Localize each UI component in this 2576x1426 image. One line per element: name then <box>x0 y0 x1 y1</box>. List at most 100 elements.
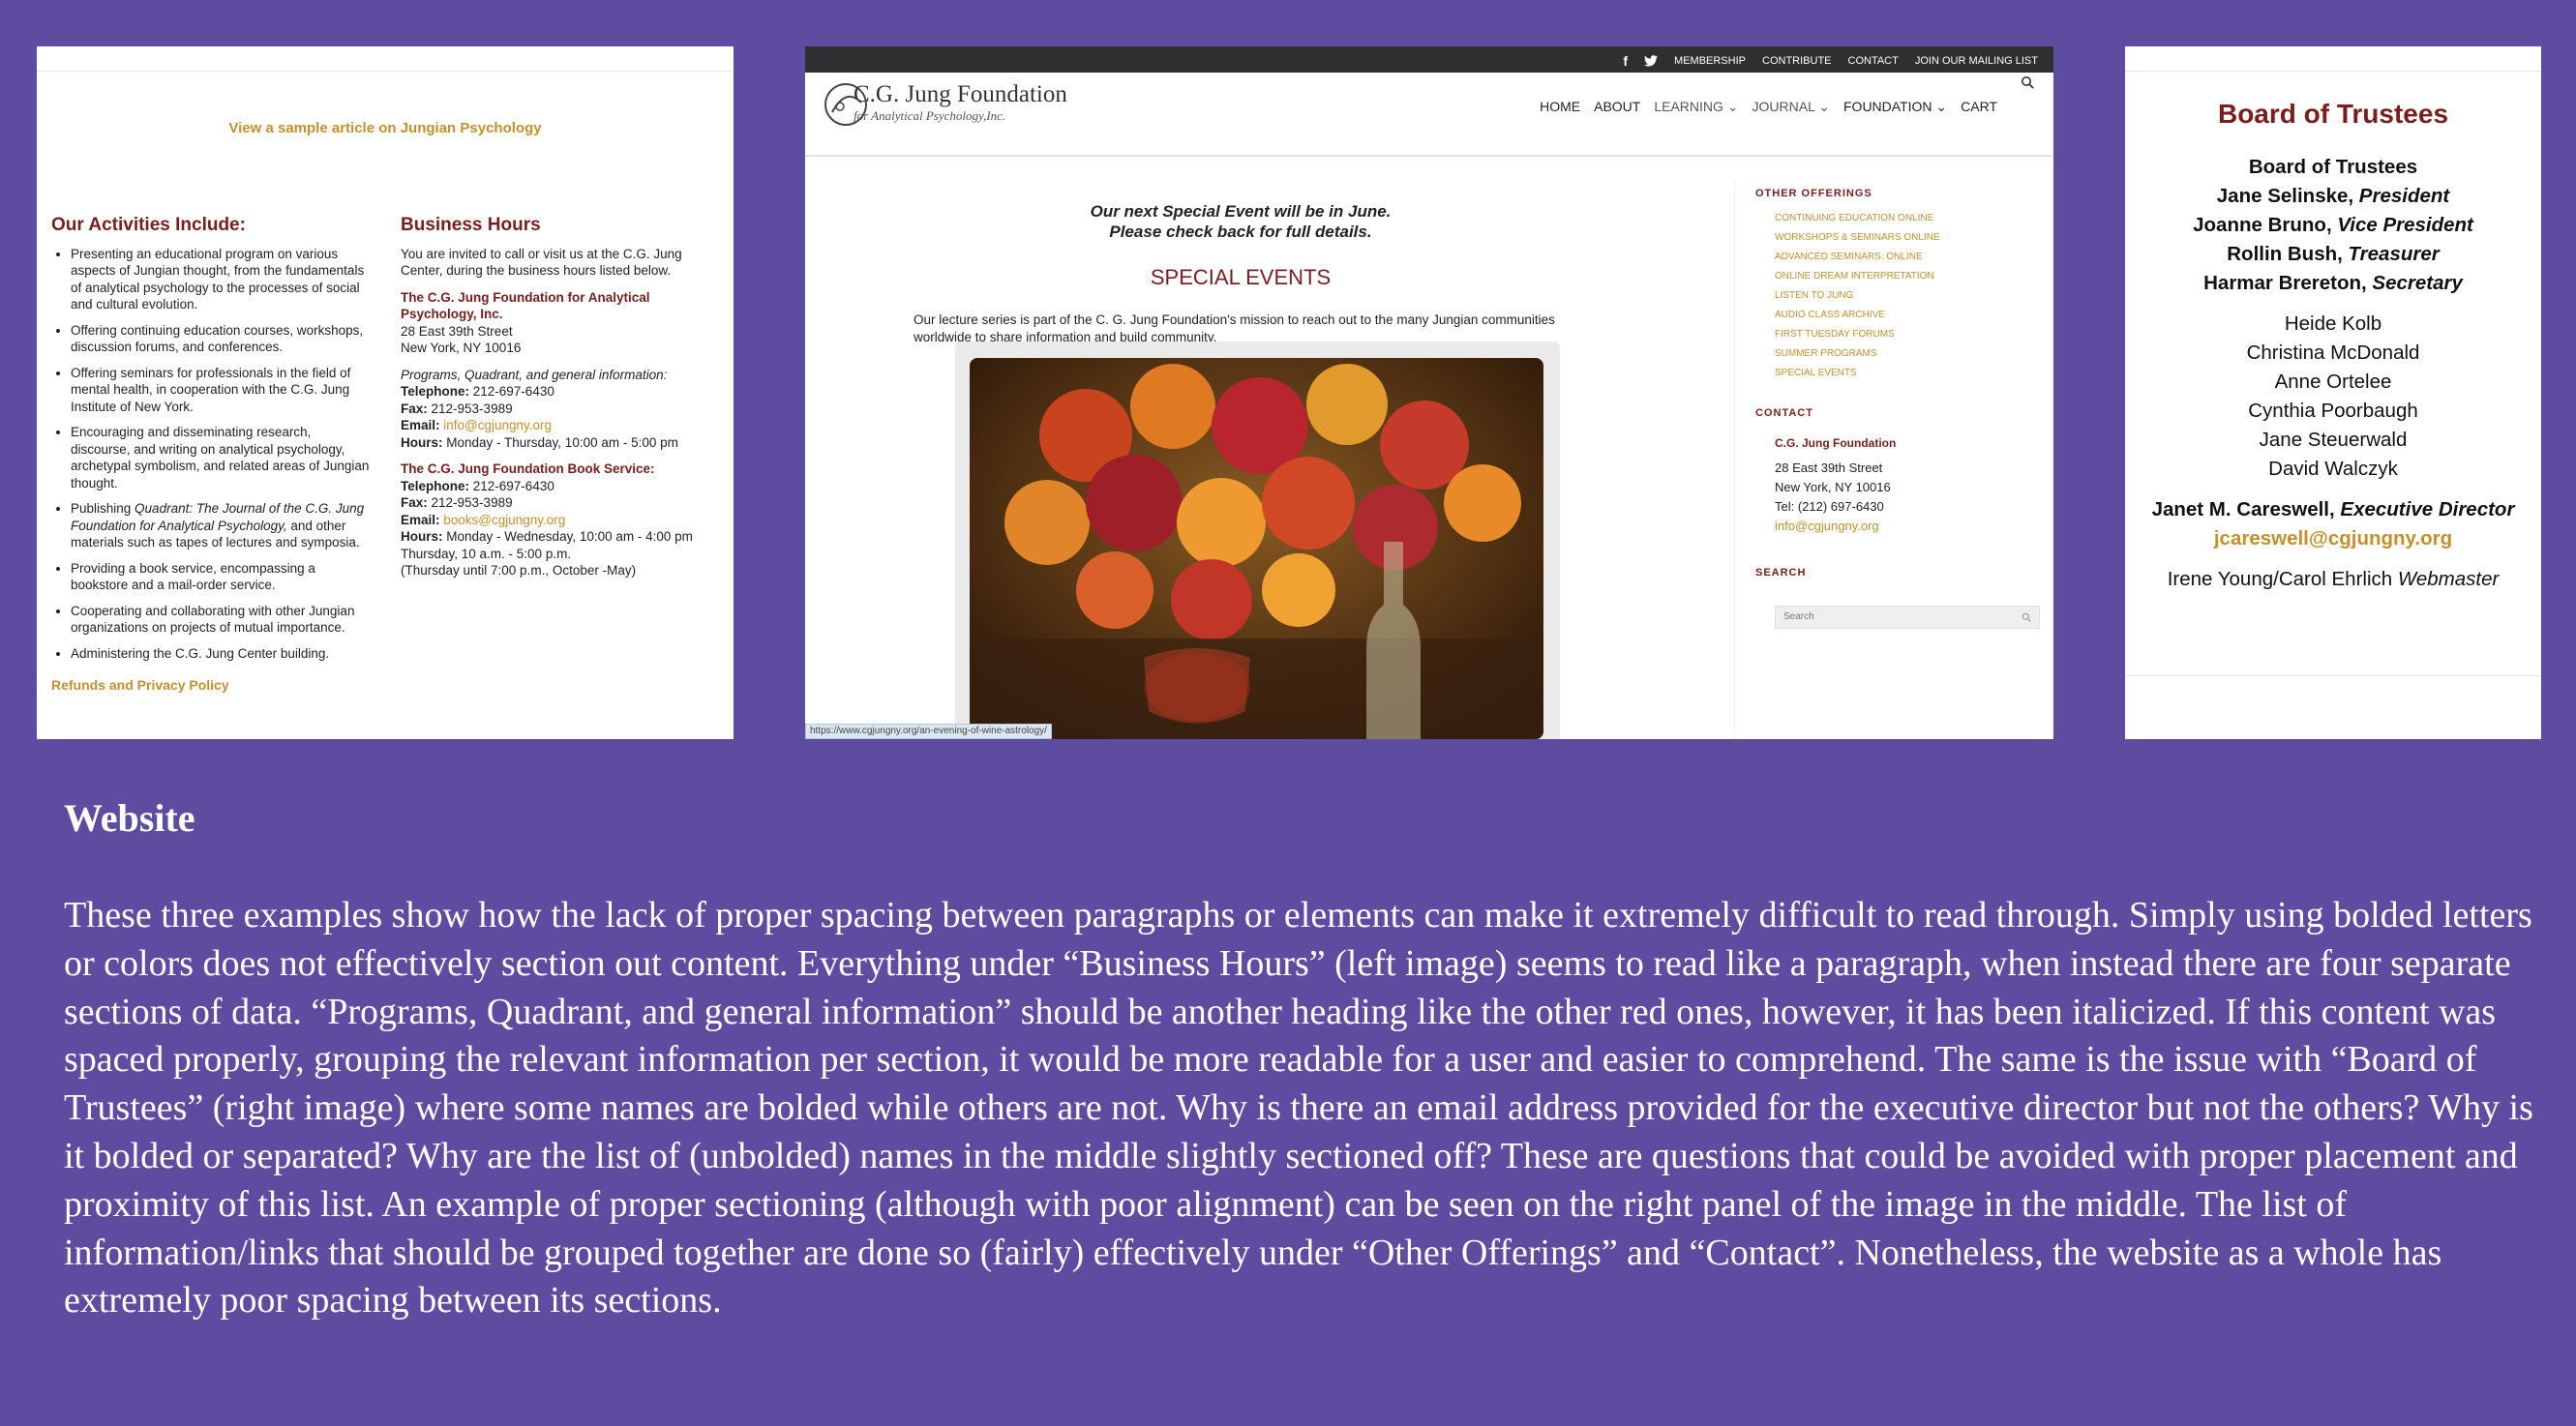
offering-link[interactable]: FIRST TUESDAY FORUMS <box>1775 325 1940 344</box>
right-screenshot-panel: Board of Trustees Board of Trustees Jane… <box>2125 46 2541 739</box>
nav-journal[interactable]: JOURNAL ⌄ <box>1752 99 1830 115</box>
email-link[interactable]: info@cgjungny.org <box>443 418 552 432</box>
programs-label: Programs, Quadrant, and general informat… <box>401 367 668 382</box>
list-item: Offering seminars for professionals in t… <box>71 365 371 416</box>
activities-heading: Our Activities Include: <box>51 215 246 235</box>
divider <box>2125 71 2541 72</box>
publishing-pre: Publishing <box>71 501 135 516</box>
nav-about[interactable]: ABOUT <box>1594 99 1640 115</box>
list-item: Providing a book service, encompassing a… <box>71 560 371 594</box>
divider <box>2125 675 2541 676</box>
business-hours-heading: Business Hours <box>401 215 541 235</box>
top-link-mailing-list[interactable]: JOIN OUR MAILING LIST <box>1915 55 2038 67</box>
other-offerings-list: CONTINUING EDUCATION ONLINE WORKSHOPS & … <box>1775 209 1940 383</box>
label: Hours: <box>401 529 443 544</box>
twitter-icon[interactable] <box>1644 55 1659 67</box>
search-heading: SEARCH <box>1755 567 1807 579</box>
fax-row: Fax: 212-953-3989 <box>401 494 720 512</box>
caption-heading: Website <box>64 796 195 840</box>
status-url-bar: https://www.cgjungny.org/an-evening-of-w… <box>805 724 1052 739</box>
nav-foundation[interactable]: FOUNDATION ⌄ <box>1843 99 1947 115</box>
search-icon[interactable] <box>2021 75 2034 89</box>
list-item: Presenting an educational program on var… <box>71 246 371 313</box>
list-item: Cooperating and collaborating with other… <box>71 603 371 637</box>
trustee-member: David Walczyk <box>2268 458 2398 480</box>
list-item: Offering continuing education courses, w… <box>71 322 371 356</box>
activities-list: Presenting an educational program on var… <box>51 246 371 663</box>
header-divider <box>805 155 2053 157</box>
nav-cart[interactable]: CART <box>1961 99 1997 115</box>
offering-link[interactable]: ONLINE DREAM INTERPRETATION <box>1775 267 1940 286</box>
trustee-member: Heide Kolb <box>2284 312 2382 335</box>
officer-role: Secretary <box>2372 272 2463 294</box>
hours-intro: You are invited to call or visit us at t… <box>401 246 682 279</box>
nav-learning[interactable]: LEARNING ⌄ <box>1654 99 1738 115</box>
facebook-icon[interactable]: f <box>1623 53 1628 69</box>
nav-home[interactable]: HOME <box>1540 99 1580 115</box>
left-screenshot-panel: View a sample article on Jungian Psychol… <box>37 46 734 739</box>
contact-name: C.G. Jung Foundation <box>1775 436 1897 450</box>
list-item: Encouraging and disseminating research, … <box>71 424 371 491</box>
label: Telephone: <box>401 478 470 493</box>
officer-role: Treasurer <box>2348 243 2440 265</box>
value: 212-953-3989 <box>427 401 513 416</box>
contact-line: Tel: (212) 697-6430 <box>1775 499 1884 514</box>
label: Email: <box>401 512 440 527</box>
special-events-heading: SPECIAL EVENTS <box>1150 265 1332 289</box>
top-link-contribute[interactable]: CONTRIBUTE <box>1762 55 1832 67</box>
search-icon[interactable] <box>2022 612 2031 622</box>
value: 212-953-3989 <box>427 495 513 510</box>
contact-heading: CONTACT <box>1755 407 1813 419</box>
search-placeholder: Search <box>1783 611 1814 622</box>
logo-title[interactable]: C.G. Jung Foundation <box>854 81 1067 108</box>
flowers-wine-photo[interactable] <box>970 358 1543 739</box>
offering-link[interactable]: CONTINUING EDUCATION ONLINE <box>1775 209 1940 228</box>
email-link[interactable]: books@cgjungny.org <box>443 513 565 527</box>
contact-block: C.G. Jung Foundation 28 East 39th Street… <box>1775 433 1896 536</box>
contact-email-link[interactable]: info@cgjungny.org <box>1775 517 1896 536</box>
webmaster-names: Irene Young/Carol Ehrlich <box>2167 568 2398 590</box>
value: Monday - Thursday, 10:00 am - 5:00 pm <box>442 434 678 450</box>
contact-line: New York, NY 10016 <box>1775 480 1891 494</box>
refunds-link[interactable]: Refunds and Privacy Policy <box>51 677 371 695</box>
director-name: Janet M. Careswell, <box>2151 498 2341 520</box>
executive-director: Janet M. Careswell, Executive Director <box>2125 495 2541 524</box>
value: 212-697-6430 <box>469 478 554 493</box>
offering-link[interactable]: SPECIAL EVENTS <box>1775 364 1940 383</box>
trustee-officer: Jane Selinske, President <box>2125 182 2541 211</box>
offering-link[interactable]: LISTEN TO JUNG <box>1775 286 1940 306</box>
officer-role: Vice President <box>2337 214 2473 236</box>
telephone-row: Telephone: 212-697-6430 <box>401 383 720 401</box>
label: Fax: <box>401 495 428 510</box>
top-link-contact[interactable]: CONTACT <box>1848 55 1899 67</box>
lecture-description: Our lecture series is part of the C. G. … <box>914 312 1555 342</box>
search-input[interactable]: Search <box>1775 606 2040 629</box>
list-item: Administering the C.G. Jung Center build… <box>71 645 371 663</box>
hours-line: (Thursday until 7:00 p.m., October -May) <box>401 563 637 578</box>
trustee-member: Jane Steuerwald <box>2259 429 2408 451</box>
officer-name: Joanne Bruno, <box>2193 214 2338 236</box>
trustee-officer: Joanne Bruno, Vice President <box>2125 211 2541 240</box>
top-link-membership[interactable]: MEMBERSHIP <box>1674 55 1746 67</box>
divider <box>37 71 734 72</box>
offering-link[interactable]: AUDIO CLASS ARCHIVE <box>1775 306 1940 325</box>
offering-link[interactable]: ADVANCED SEMINARS: ONLINE <box>1775 248 1940 267</box>
trustee-member: Anne Ortelee <box>2274 371 2392 393</box>
sample-article-link[interactable]: View a sample article on Jungian Psychol… <box>37 120 734 136</box>
hours-row: Hours: Monday - Thursday, 10:00 am - 5:0… <box>401 434 720 452</box>
value: 212-697-6430 <box>469 384 554 399</box>
label: Hours: <box>401 434 443 450</box>
webmaster: Irene Young/Carol Ehrlich Webmaster <box>2125 565 2541 594</box>
caption-body: These three examples show how the lack o… <box>64 895 2533 1322</box>
director-email-link[interactable]: jcareswell@cgjungny.org <box>2125 524 2541 553</box>
next-event-notice: Our next Special Event will be in June. … <box>999 201 1483 242</box>
address-line: New York, NY 10016 <box>401 341 522 355</box>
officer-name: Jane Selinske, <box>2216 185 2359 207</box>
email-row: Email: info@cgjungny.org <box>401 417 720 434</box>
offering-link[interactable]: WORKSHOPS & SEMINARS ONLINE <box>1775 228 1940 248</box>
business-hours-column: Business Hours You are invited to call o… <box>401 215 720 579</box>
offering-link[interactable]: SUMMER PROGRAMS <box>1775 344 1940 364</box>
trustee-list: Board of Trustees Jane Selinske, Preside… <box>2125 153 2541 594</box>
